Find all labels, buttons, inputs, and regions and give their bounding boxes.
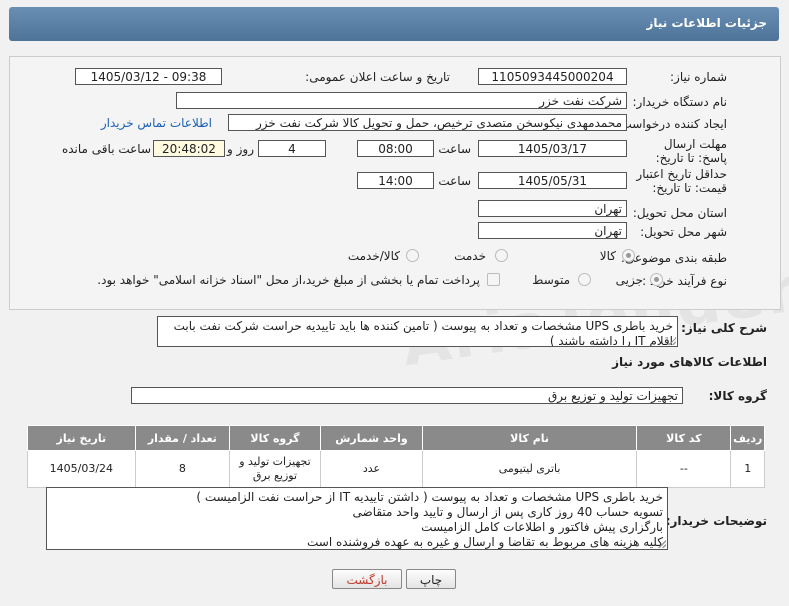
reply-days-field: 4 (258, 140, 326, 157)
process-minor-radio[interactable] (650, 273, 663, 286)
validity-time-field: 14:00 (357, 172, 434, 189)
page-title: جزئیات اطلاعات نیاز (646, 16, 767, 30)
buyer-notes-line: کلیه هزینه های مربوط به تقاضا و ارسال و … (306, 535, 663, 549)
process-minor-label: جزیی (615, 273, 643, 287)
col-row: ردیف (730, 425, 765, 451)
treasury-payment-checkbox[interactable] (487, 273, 500, 286)
cell-unit: عدد (319, 450, 424, 488)
goods-table: ردیف کد کالا نام کالا واحد شمارش گروه کا… (27, 425, 765, 488)
general-description-label: شرح کلی نیاز: (681, 321, 767, 335)
validity-time-label: ساعت (438, 174, 471, 188)
back-button[interactable]: بازگشت (332, 569, 402, 589)
goods-group-label: گروه کالا: (708, 389, 767, 403)
need-number-field: 1105093445000204 (478, 68, 627, 85)
buyer-notes-label: توضیحات خریدار: (665, 514, 767, 528)
requester-field: محمدمهدی نیکوسخن متصدی ترخیص، حمل و تحوی… (228, 114, 627, 131)
category-service-label: خدمت (454, 249, 486, 263)
buyer-notes-line: بارگزاری پیش فاکتور و اطلاعات کامل الزام… (421, 520, 663, 534)
buyer-notes-line: خرید باطری UPS مشخصات و تعداد به پیوست (… (196, 490, 663, 504)
col-unit: واحد شمارش (319, 425, 424, 451)
need-number-label: شماره نیاز: (670, 70, 727, 84)
buyer-contact-link[interactable]: اطلاعات تماس خریدار (101, 116, 212, 130)
cell-row: 1 (730, 450, 765, 488)
buyer-org-label: نام دستگاه خریدار: (632, 95, 728, 109)
reply-date-field: 1405/03/17 (478, 140, 627, 157)
reply-time-field: 08:00 (357, 140, 434, 157)
col-need-date: تاریخ نیاز (27, 425, 136, 451)
city-label: شهر محل تحویل: (640, 225, 727, 239)
province-field: تهران (478, 200, 627, 217)
process-medium-radio[interactable] (578, 273, 591, 286)
days-and-label: روز و (227, 142, 254, 156)
table-header-row: ردیف کد کالا نام کالا واحد شمارش گروه کا… (27, 425, 765, 451)
print-button[interactable]: چاپ (406, 569, 456, 589)
announce-datetime-field: 1405/03/12 - 09:38 (75, 68, 222, 85)
table-row: 1 -- باتری لیتیومی عدد تجهیزات تولید و ت… (27, 450, 765, 488)
category-label: طبقه بندی موضوعی: (620, 251, 727, 265)
general-description-field: خرید باطری UPS مشخصات و تعداد به پیوست (… (157, 316, 678, 347)
cell-goods-group: تجهیزات تولید و توزیع برق (228, 450, 321, 488)
resize-handle[interactable] (668, 337, 676, 345)
buyer-org-field: شرکت نفت خزر (176, 92, 627, 109)
goods-group-field: تجهیزات تولید و توزیع برق (131, 387, 683, 404)
goods-info-heading: اطلاعات کالاهای مورد نیاز (612, 355, 767, 369)
col-quantity: تعداد / مقدار (134, 425, 230, 451)
col-goods-code: کد کالا (636, 425, 732, 451)
category-goods-radio[interactable] (622, 249, 635, 262)
remaining-time-field: 20:48:02 (153, 140, 225, 157)
reply-time-label: ساعت (438, 142, 471, 156)
col-goods-name: نام کالا (422, 425, 638, 451)
buyer-notes-line: تسویه حساب 40 روز کاری پس از ارسال و تای… (352, 505, 663, 519)
cell-quantity: 8 (134, 450, 230, 488)
category-goods-service-label: کالا/خدمت (347, 249, 400, 263)
cell-need-date: 1405/03/24 (27, 450, 136, 488)
reply-deadline-label: مهلت ارسال پاسخ: تا تاریخ: (655, 137, 727, 165)
price-validity-label: حداقل تاریخ اعتبار قیمت: تا تاریخ: (636, 167, 727, 195)
cell-goods-code: -- (636, 450, 732, 488)
category-service-radio[interactable] (495, 249, 508, 262)
resize-handle[interactable] (658, 540, 666, 548)
col-goods-group: گروه کالا (228, 425, 321, 451)
process-medium-label: متوسط (532, 273, 570, 287)
buyer-notes-field: خرید باطری UPS مشخصات و تعداد به پیوست (… (46, 487, 668, 550)
category-goods-service-radio[interactable] (406, 249, 419, 262)
cell-goods-name: باتری لیتیومی (422, 450, 638, 488)
treasury-payment-note: پرداخت تمام یا بخشی از مبلغ خرید،از محل … (97, 273, 480, 287)
remaining-label: ساعت باقی مانده (61, 142, 151, 156)
validity-date-field: 1405/05/31 (478, 172, 627, 189)
requester-label: ایجاد کننده درخواست: (616, 117, 727, 131)
province-label: استان محل تحویل: (632, 206, 727, 220)
city-field: تهران (478, 222, 627, 239)
page-header: جزئیات اطلاعات نیاز (9, 7, 779, 41)
general-description-text: خرید باطری UPS مشخصات و تعداد به پیوست (… (173, 319, 673, 347)
announce-datetime-label: تاریخ و ساعت اعلان عمومی: (305, 70, 450, 84)
category-goods-label: کالا (599, 249, 616, 263)
